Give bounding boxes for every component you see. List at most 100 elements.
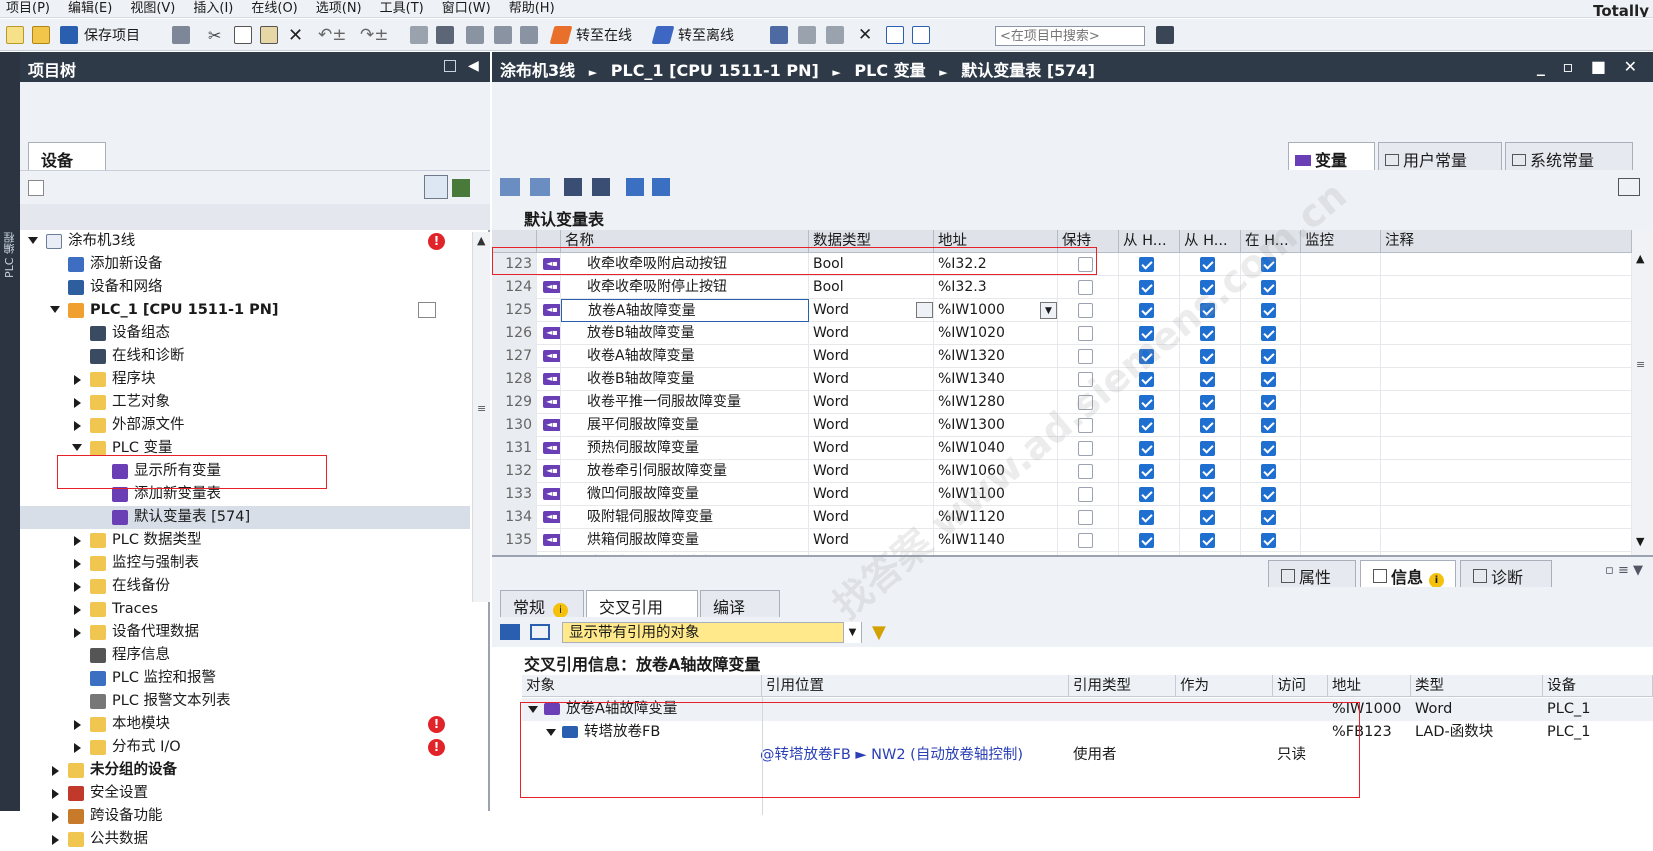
tree-item[interactable]: 添加新变量表 xyxy=(20,483,470,506)
xref-column-header[interactable]: 引用类型 xyxy=(1069,675,1176,697)
tree-item[interactable]: 在线备份 xyxy=(20,575,470,598)
tag-name[interactable]: 收卷A轴故障变量 xyxy=(561,345,809,368)
upload-button[interactable] xyxy=(466,24,484,46)
tag-name[interactable]: 收牵收牵吸附启动按钮 xyxy=(561,253,809,276)
row-number[interactable]: 125 xyxy=(492,299,537,322)
tag-address[interactable]: %I32.2 xyxy=(934,253,1058,276)
grid-vscrollbar[interactable]: ▲ ≡ ▼ xyxy=(1632,230,1653,585)
delete-button[interactable]: ✕ xyxy=(288,24,303,46)
menu-options[interactable]: 选项(N) xyxy=(310,1,374,17)
row-number[interactable]: 127 xyxy=(492,345,537,368)
tree-item[interactable]: 程序块 xyxy=(20,368,470,391)
tree-item[interactable]: PLC_1 [CPU 1511-1 PN] xyxy=(20,299,470,322)
tag-name[interactable]: 放卷A轴故障变量 xyxy=(561,299,809,322)
tag-datatype[interactable]: Word xyxy=(809,437,934,460)
tree-item[interactable]: 未分组的设备 xyxy=(20,759,470,782)
checkbox-checked[interactable] xyxy=(1200,372,1215,387)
checkbox-checked[interactable] xyxy=(1139,510,1154,525)
tag-datatype[interactable]: Word xyxy=(809,460,934,483)
checkbox-checked[interactable] xyxy=(1139,464,1154,479)
chevron-right-icon[interactable] xyxy=(52,766,59,776)
column-header[interactable]: 地址 xyxy=(934,230,1058,253)
checkbox-checked[interactable] xyxy=(1261,303,1276,318)
cross-reference-button[interactable]: ✕ xyxy=(858,24,872,46)
datatype-picker-icon[interactable] xyxy=(916,302,933,318)
chevron-right-icon[interactable] xyxy=(74,720,81,730)
paste-button[interactable] xyxy=(260,24,278,46)
chevron-down-icon[interactable] xyxy=(528,706,538,713)
chevron-right-icon[interactable] xyxy=(74,536,81,546)
tag-datatype[interactable]: Word xyxy=(809,368,934,391)
menu-project[interactable]: 项目(P) xyxy=(0,1,62,17)
xref-column-header[interactable]: 设备 xyxy=(1543,675,1653,697)
chevron-right-icon[interactable] xyxy=(52,835,59,845)
menu-window[interactable]: 窗口(W) xyxy=(436,1,503,17)
insert-row-icon[interactable] xyxy=(530,178,550,196)
chevron-right-icon[interactable] xyxy=(74,605,81,615)
comment-cell[interactable] xyxy=(1381,276,1632,299)
row-number[interactable]: 135 xyxy=(492,529,537,552)
import-icon[interactable] xyxy=(592,178,610,196)
row-number[interactable]: 133 xyxy=(492,483,537,506)
checkbox-checked[interactable] xyxy=(1261,349,1276,364)
breadcrumb-plc-tags[interactable]: PLC 变量 xyxy=(854,61,925,80)
comment-cell[interactable] xyxy=(1381,253,1632,276)
checkbox-unchecked[interactable] xyxy=(1078,280,1093,295)
xref-column-header[interactable]: 引用位置 xyxy=(762,675,1069,697)
xref-column-header[interactable]: 类型 xyxy=(1411,675,1543,697)
checkbox-checked[interactable] xyxy=(1139,533,1154,548)
checkbox-checked[interactable] xyxy=(1261,372,1276,387)
subtab-cross-references[interactable]: 交叉引用 xyxy=(586,590,698,617)
row-number[interactable]: 132 xyxy=(492,460,537,483)
tree-item[interactable]: PLC 数据类型 xyxy=(20,529,470,552)
keep-actual-values-icon[interactable] xyxy=(652,178,670,196)
monitor-all-icon[interactable] xyxy=(626,178,644,196)
checkbox-unchecked[interactable] xyxy=(1078,326,1093,341)
simulation-button[interactable] xyxy=(494,24,512,46)
compile-button[interactable] xyxy=(410,24,428,46)
comment-cell[interactable] xyxy=(1381,414,1632,437)
menu-view[interactable]: 视图(V) xyxy=(124,1,187,17)
collapse-all-icon[interactable] xyxy=(530,624,550,640)
scroll-down-icon[interactable]: ▼ xyxy=(1636,535,1644,548)
row-number[interactable]: 129 xyxy=(492,391,537,414)
tag-datatype[interactable]: Bool xyxy=(809,253,934,276)
tree-item[interactable]: 监控与强制表 xyxy=(20,552,470,575)
tree-item[interactable]: PLC 监控和报警 xyxy=(20,667,470,690)
tree-item[interactable]: 分布式 I/O! xyxy=(20,736,470,759)
row-number[interactable]: 123 xyxy=(492,253,537,276)
tab-properties[interactable]: 属性 xyxy=(1268,560,1356,587)
checkbox-checked[interactable] xyxy=(1139,280,1154,295)
menu-tools[interactable]: 工具(T) xyxy=(374,1,436,17)
xref-column-header[interactable]: 对象 xyxy=(522,675,762,697)
open-project-button[interactable] xyxy=(32,24,50,46)
xref-column-header[interactable]: 作为 xyxy=(1176,675,1273,697)
checkbox-checked[interactable] xyxy=(1261,464,1276,479)
checkbox-checked[interactable] xyxy=(1139,257,1154,272)
scroll-grip-icon[interactable]: ≡ xyxy=(477,402,486,415)
tag-name[interactable]: 微凹伺服故障变量 xyxy=(561,483,809,506)
checkbox-checked[interactable] xyxy=(1261,533,1276,548)
tree-scrollbar[interactable]: ▲ ≡ xyxy=(472,232,490,602)
checkbox-checked[interactable] xyxy=(1200,395,1215,410)
column-header[interactable]: 从 H... xyxy=(1119,230,1180,253)
checkbox-checked[interactable] xyxy=(1261,395,1276,410)
tree-item[interactable]: 设备代理数据 xyxy=(20,621,470,644)
portal-strip-label[interactable]: PLC 编程 xyxy=(2,232,18,278)
column-header[interactable]: 名称 xyxy=(561,230,809,253)
row-number[interactable]: 134 xyxy=(492,506,537,529)
comment-cell[interactable] xyxy=(1381,506,1632,529)
row-number[interactable]: 128 xyxy=(492,368,537,391)
tree-item[interactable]: 工艺对象 xyxy=(20,391,470,414)
checkbox-checked[interactable] xyxy=(1200,441,1215,456)
table-row[interactable]: 134 ◄▪ 吸附辊伺服故障变量 Word %IW1120 xyxy=(492,506,1632,529)
chevron-right-icon[interactable] xyxy=(74,421,81,431)
checkbox-checked[interactable] xyxy=(1200,533,1215,548)
stop-cpu-button[interactable] xyxy=(520,24,538,46)
comment-cell[interactable] xyxy=(1381,391,1632,414)
column-header[interactable] xyxy=(492,230,537,253)
detail-view-icon[interactable] xyxy=(424,175,448,199)
xref-row[interactable]: @转塔放卷FB ► NW2 (自动放卷轴控制) 使用者 只读 xyxy=(522,744,1653,767)
column-header[interactable]: 数据类型 xyxy=(809,230,934,253)
checkbox-unchecked[interactable] xyxy=(1078,441,1093,456)
